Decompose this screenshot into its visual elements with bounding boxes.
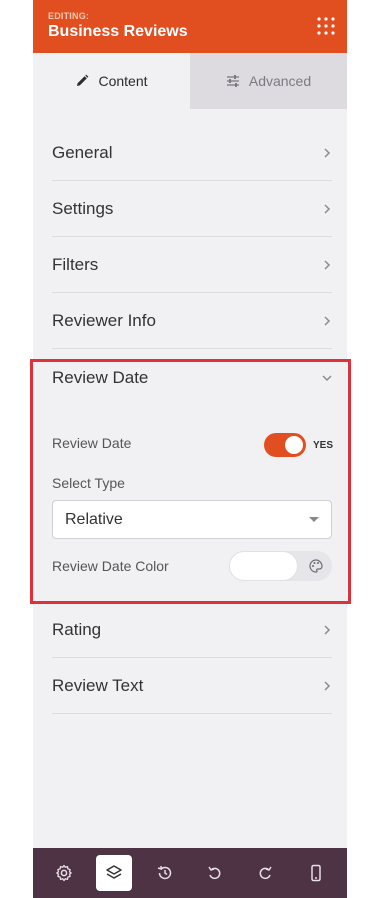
history-icon [157, 865, 172, 880]
pencil-icon [77, 74, 89, 86]
review-date-color-picker[interactable] [229, 551, 332, 581]
select-type-dropdown[interactable]: Relative [52, 500, 332, 539]
section-review-date[interactable]: Review Date [52, 359, 332, 397]
palette-icon[interactable] [309, 559, 323, 573]
section-review-text[interactable]: Review Text [52, 658, 332, 714]
chevron-right-icon [324, 259, 331, 270]
history-button[interactable] [147, 855, 183, 891]
settings-panel: EDITING: Business Reviews Content Advanc… [33, 0, 347, 898]
redo-button[interactable] [247, 855, 283, 891]
chevron-right-icon [324, 315, 331, 326]
review-date-toggle[interactable] [264, 433, 306, 457]
section-label: Filters [52, 254, 99, 274]
section-label: General [52, 142, 113, 162]
responsive-preview-button[interactable] [298, 855, 334, 891]
color-swatch[interactable] [229, 551, 298, 581]
section-list-lower: Rating Review Text [52, 602, 332, 714]
section-label: Review Text [52, 675, 144, 695]
section-settings[interactable]: Settings [52, 181, 332, 237]
grid-menu-icon[interactable] [316, 16, 336, 36]
chevron-right-icon [324, 680, 331, 691]
section-label: Review Date [52, 368, 149, 387]
panel-header: EDITING: Business Reviews [33, 0, 347, 53]
caret-down-icon [309, 517, 319, 522]
layers-icon [106, 865, 123, 879]
tab-advanced[interactable]: Advanced [190, 53, 347, 109]
section-label: Settings [52, 198, 114, 218]
layers-button[interactable] [96, 855, 133, 891]
undo-button[interactable] [197, 855, 233, 891]
section-list: General Settings Filters Reviewer Info [52, 125, 332, 349]
review-date-color-label: Review Date Color [52, 558, 169, 574]
settings-button[interactable] [46, 855, 82, 891]
select-type-value: Relative [65, 510, 123, 528]
tab-advanced-label: Advanced [248, 73, 312, 89]
section-label: Reviewer Info [52, 310, 156, 330]
mobile-icon [311, 864, 321, 882]
redo-icon [260, 866, 273, 880]
editing-label: EDITING: [48, 11, 90, 21]
bottom-toolbar [33, 848, 347, 898]
chevron-down-icon [322, 375, 332, 382]
review-date-field-label: Review Date [52, 435, 132, 451]
undo-icon [208, 866, 221, 880]
select-type-label: Select Type [52, 475, 125, 491]
sliders-icon [226, 75, 239, 87]
section-filters[interactable]: Filters [52, 237, 332, 293]
section-reviewer-info[interactable]: Reviewer Info [52, 293, 332, 349]
gear-icon [56, 864, 73, 882]
chevron-right-icon [324, 203, 331, 214]
section-label: Rating [52, 619, 102, 639]
module-title: Business Reviews [48, 23, 188, 40]
section-rating[interactable]: Rating [52, 602, 332, 658]
tab-bar: Content Advanced [33, 53, 347, 109]
section-general[interactable]: General [52, 125, 332, 181]
tab-content[interactable]: Content [33, 53, 190, 109]
tab-content-label: Content [98, 73, 148, 89]
toggle-knob [285, 436, 303, 454]
toggle-state-label: YES [313, 440, 334, 451]
chevron-right-icon [324, 147, 331, 158]
chevron-right-icon [324, 624, 331, 635]
